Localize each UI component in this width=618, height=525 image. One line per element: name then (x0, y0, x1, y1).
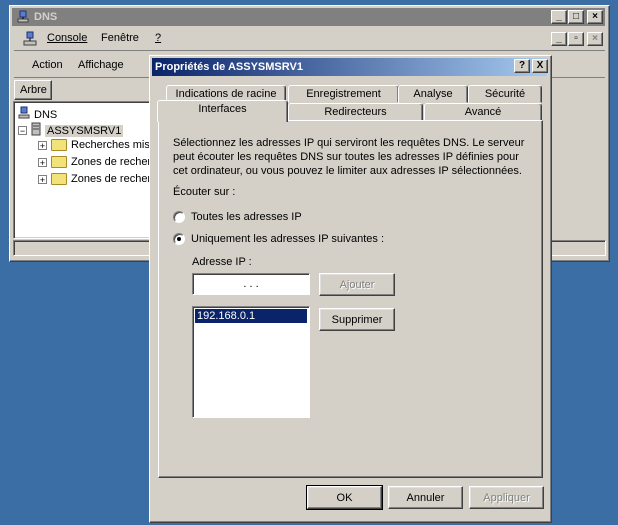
description-text: Sélectionnez les adresses IP qui serviro… (173, 137, 525, 177)
radio-only-label: Uniquement les adresses IP suivantes : (191, 233, 385, 245)
folder-icon (51, 173, 67, 185)
tab-security[interactable]: Sécurité (468, 85, 542, 103)
tree-server[interactable]: − ASSYSMSRV1 (18, 122, 124, 139)
ip-list-item[interactable]: 192.168.0.1 (195, 309, 307, 323)
expand-icon[interactable]: + (38, 140, 47, 150)
dns-root-icon (17, 106, 31, 123)
help-button[interactable]: ? (514, 59, 530, 73)
tab-monitoring[interactable]: Analyse (398, 85, 468, 103)
radio-all-label: Toutes les adresses IP (191, 211, 302, 223)
expand-icon[interactable]: + (38, 157, 47, 167)
menu-window[interactable]: Fenêtre (101, 32, 139, 44)
tree-item-forward-zones[interactable]: + Zones de recher (38, 156, 151, 168)
dialog-close-button[interactable]: X (532, 59, 548, 73)
folder-icon (51, 156, 67, 168)
menu-bar: Console Fenêtre ? (14, 28, 605, 51)
view-menu[interactable]: Affichage (78, 59, 124, 71)
collapse-icon[interactable]: − (18, 126, 27, 136)
apply-button[interactable]: Appliquer (469, 486, 544, 509)
tree-root[interactable]: DNS (17, 106, 57, 123)
minimize-button[interactable]: _ (551, 10, 567, 24)
tree-item-label: Zones de recher (71, 156, 152, 168)
child-restore-button[interactable]: ▫ (568, 32, 584, 46)
dialog-title: Propriétés de ASSYSMSRV1 (155, 61, 303, 73)
tree-item-label: Recherches misc (71, 139, 156, 151)
tree-tab[interactable]: Arbre (14, 80, 52, 100)
dns-title-bar[interactable]: DNS (12, 8, 605, 26)
console-menu-icon (22, 31, 38, 50)
tree-item-reverse-zones[interactable]: + Zones de recher (38, 173, 151, 185)
maximize-button[interactable]: □ (568, 10, 584, 24)
ip-address-label: Adresse IP : (192, 256, 252, 268)
remove-button[interactable]: Supprimer (319, 308, 395, 331)
radio-only-addresses[interactable]: Uniquement les adresses IP suivantes : (173, 233, 384, 245)
radio-all-addresses[interactable]: Toutes les adresses IP (173, 211, 302, 223)
ok-button[interactable]: OK (306, 485, 383, 510)
dns-app-icon (16, 10, 30, 24)
cancel-button[interactable]: Annuler (388, 486, 463, 509)
ip-address-list[interactable]: 192.168.0.1 (192, 306, 310, 418)
tab-forwarders[interactable]: Redirecteurs (288, 103, 423, 121)
tree-pane[interactable]: DNS − ASSYSMSRV1 + Recherches misc + Zon… (13, 101, 155, 239)
listen-label: Écouter sur : (173, 186, 236, 198)
radio-all-indicator[interactable] (173, 211, 185, 223)
action-menu[interactable]: Action (32, 59, 63, 71)
server-icon (31, 122, 41, 139)
tab-logging[interactable]: Enregistrement (288, 85, 399, 103)
child-close-button[interactable]: × (587, 32, 603, 46)
menu-console[interactable]: Console (47, 32, 87, 44)
tree-item-label: Zones de recher (71, 173, 152, 185)
child-minimize-button[interactable]: _ (551, 32, 567, 46)
dns-window-title: DNS (34, 11, 58, 23)
menu-help[interactable]: ? (155, 32, 161, 44)
tree-item-reverse-misc[interactable]: + Recherches misc (38, 139, 155, 151)
tree-server-label: ASSYSMSRV1 (45, 124, 124, 137)
tree-tab-label: Arbre (20, 84, 47, 96)
expand-icon[interactable]: + (38, 174, 47, 184)
folder-icon (51, 139, 67, 151)
tab-interfaces[interactable]: Interfaces (157, 100, 288, 122)
radio-only-indicator[interactable] (173, 233, 185, 245)
add-button[interactable]: Ajouter (319, 273, 395, 296)
close-button[interactable]: × (587, 10, 603, 24)
tab-advanced[interactable]: Avancé (424, 103, 542, 121)
tree-root-label: DNS (34, 108, 58, 121)
ip-address-input[interactable]: . . . (192, 273, 310, 295)
dialog-title-bar[interactable]: Propriétés de ASSYSMSRV1 (152, 58, 547, 76)
